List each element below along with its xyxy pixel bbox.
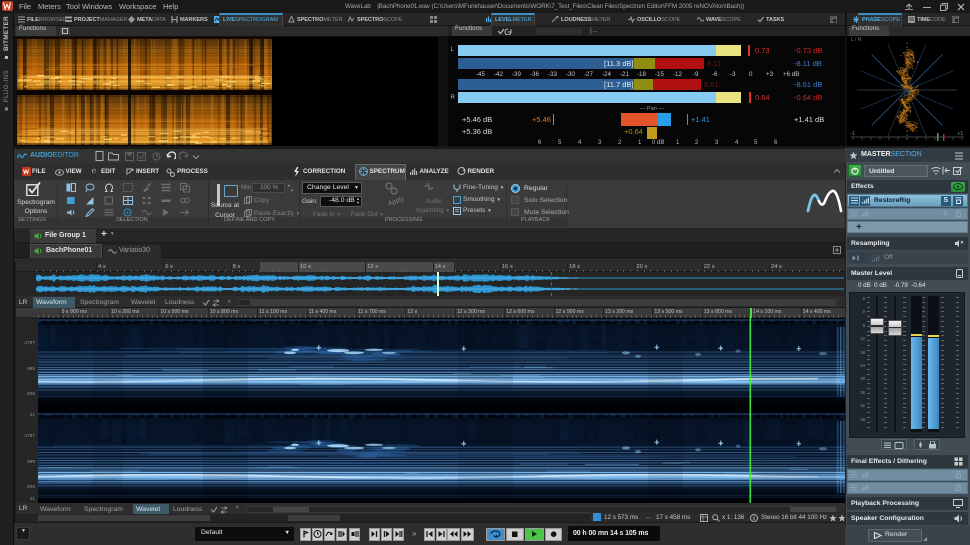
svg-text:+1: +1 bbox=[957, 131, 963, 137]
svg-text:-1: -1 bbox=[850, 131, 855, 137]
